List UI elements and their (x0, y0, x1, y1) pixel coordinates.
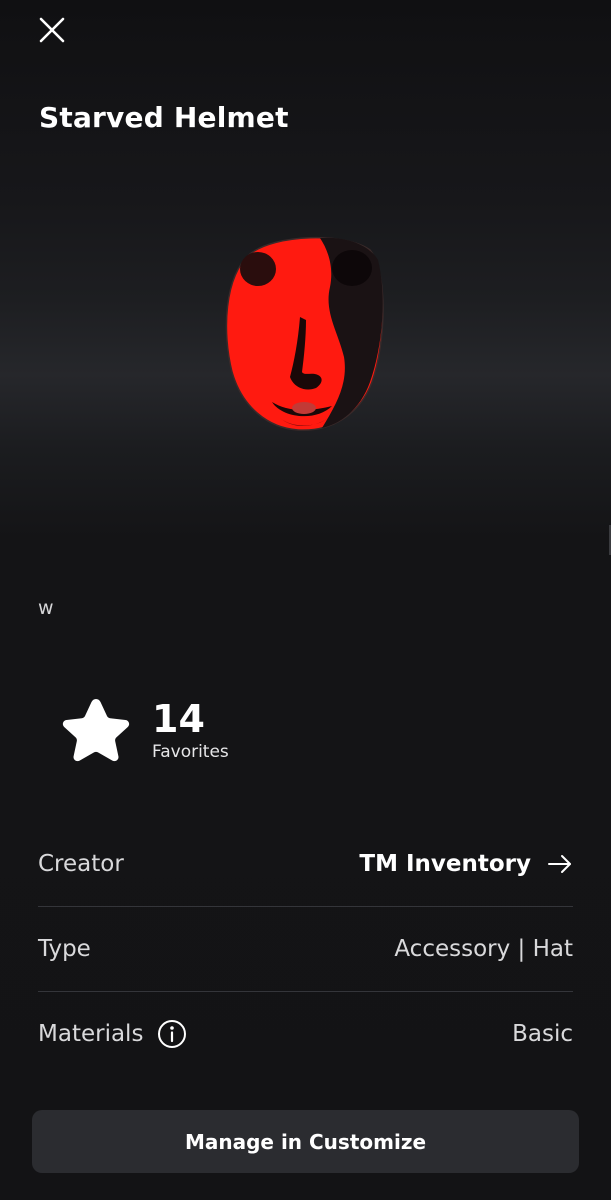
arrow-right-icon (548, 855, 571, 873)
favorites-text: 14 Favorites (152, 697, 229, 763)
star-icon[interactable] (60, 695, 132, 765)
favorites-count: 14 (152, 697, 205, 741)
helmet-preview-icon (225, 237, 384, 431)
close-button[interactable] (30, 10, 74, 50)
manage-in-customize-button[interactable]: Manage in Customize (32, 1110, 579, 1173)
creator-link[interactable]: TM Inventory (359, 851, 573, 877)
favorites-label: Favorites (152, 742, 229, 762)
item-preview-image[interactable] (220, 232, 390, 437)
favorites-section: 14 Favorites (60, 695, 229, 765)
materials-value: Basic (512, 1021, 573, 1047)
info-icon[interactable] (157, 1019, 187, 1049)
type-label: Type (38, 936, 91, 962)
type-row: Type Accessory | Hat (38, 907, 573, 992)
materials-label-group: Materials (38, 1019, 187, 1049)
creator-name[interactable]: TM Inventory (359, 851, 531, 877)
details-list: Creator TM Inventory Type Accessory | Ha… (38, 822, 573, 1076)
item-title: Starved Helmet (39, 101, 289, 134)
type-value: Accessory | Hat (394, 936, 573, 962)
creator-row: Creator TM Inventory (38, 822, 573, 907)
close-icon (39, 17, 65, 43)
materials-row: Materials Basic (38, 992, 573, 1076)
item-details-screen: Starved Helmet w 14 Favorites Creator TM… (0, 0, 611, 1200)
materials-label: Materials (38, 1021, 144, 1047)
creator-label: Creator (38, 851, 124, 877)
item-description: w (38, 597, 54, 619)
